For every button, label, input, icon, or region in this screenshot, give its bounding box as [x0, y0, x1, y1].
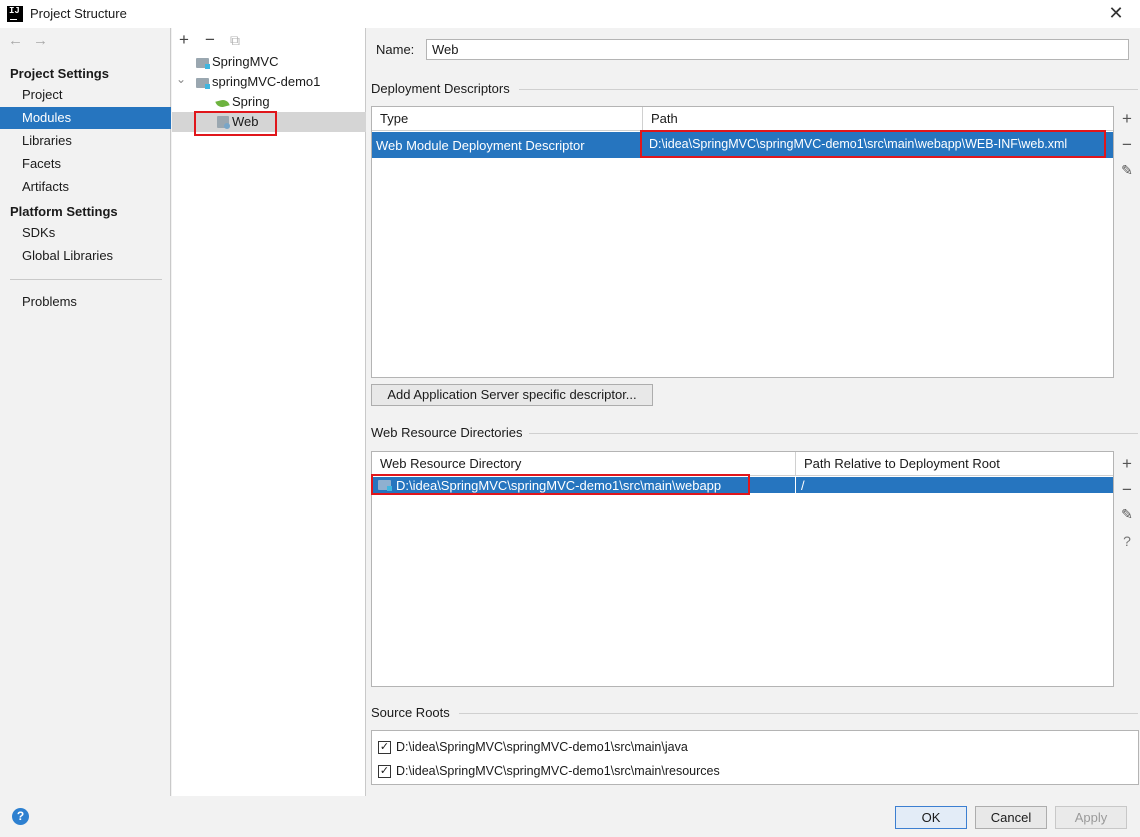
copy-module-icon[interactable]: ⧉ — [230, 32, 240, 49]
list-item: ✓ D:\idea\SpringMVC\springMVC-demo1\src\… — [378, 763, 1118, 780]
source-root-path: D:\idea\SpringMVC\springMVC-demo1\src\ma… — [396, 764, 720, 778]
source-root-checkbox[interactable]: ✓ — [378, 765, 391, 778]
sidebar-item-facets[interactable]: Facets — [0, 153, 171, 175]
intellij-logo-icon: IJ — [7, 6, 23, 22]
column-header-path[interactable]: Path — [643, 107, 1113, 131]
name-label: Name: — [376, 42, 415, 57]
sidebar-item-global-libraries[interactable]: Global Libraries — [0, 245, 171, 267]
module-tree-panel: + − ⧉ SpringMVC ⌄ springMVC-demo1 Spring… — [172, 28, 366, 796]
sidebar-item-project[interactable]: Project — [0, 84, 171, 106]
help-icon[interactable]: ? — [12, 808, 29, 825]
sidebar-item-libraries[interactable]: Libraries — [0, 130, 171, 152]
platform-settings-heading: Platform Settings — [10, 204, 118, 219]
help-question-icon[interactable]: ? — [1117, 533, 1137, 549]
source-root-checkbox[interactable]: ✓ — [378, 741, 391, 754]
tree-node-spring[interactable]: Spring — [172, 92, 366, 112]
spring-leaf-icon — [215, 98, 230, 109]
tree-node-springmvc[interactable]: SpringMVC — [172, 52, 366, 72]
project-settings-heading: Project Settings — [10, 66, 109, 81]
sidebar-divider — [10, 279, 162, 280]
column-separator — [795, 477, 796, 493]
title-bar: IJ Project Structure ✕ — [0, 0, 1140, 28]
deployment-descriptors-title: Deployment Descriptors — [371, 81, 510, 96]
column-header-relative-path[interactable]: Path Relative to Deployment Root — [796, 452, 1113, 476]
source-roots-list: ✓ D:\idea\SpringMVC\springMVC-demo1\src\… — [371, 730, 1139, 785]
highlight-box-web-resource-directory — [371, 474, 750, 495]
deployment-descriptors-table: Type Path Web Module Deployment Descript… — [371, 106, 1114, 378]
settings-sidebar: ← → Project Settings Project Modules Lib… — [0, 28, 171, 796]
relative-path-cell: / — [801, 478, 805, 493]
tree-node-label: SpringMVC — [212, 54, 279, 69]
column-header-type[interactable]: Type — [372, 107, 643, 131]
expand-chevron-icon[interactable]: ⌄ — [176, 69, 186, 89]
remove-descriptor-button[interactable]: − — [1117, 135, 1137, 155]
highlight-box-web — [194, 111, 277, 136]
section-divider — [519, 89, 1138, 90]
section-divider — [529, 433, 1138, 434]
tree-node-label: springMVC-demo1 — [212, 74, 321, 89]
section-divider — [459, 713, 1138, 714]
sidebar-item-modules[interactable]: Modules — [0, 107, 171, 129]
module-folder-icon — [196, 78, 210, 89]
source-roots-title: Source Roots — [371, 705, 450, 720]
sidebar-item-sdks[interactable]: SDKs — [0, 222, 171, 244]
apply-button[interactable]: Apply — [1055, 806, 1127, 829]
highlight-box-descriptor-path — [640, 130, 1106, 158]
back-arrow-icon[interactable]: ← — [8, 32, 23, 49]
add-module-button[interactable]: + — [179, 30, 189, 50]
add-server-descriptor-button[interactable]: Add Application Server specific descript… — [371, 384, 653, 406]
list-item: ✓ D:\idea\SpringMVC\springMVC-demo1\src\… — [378, 739, 1118, 756]
ok-button[interactable]: OK — [895, 806, 967, 829]
edit-descriptor-icon[interactable]: ✎ — [1117, 162, 1137, 179]
web-resource-directories-table: Web Resource Directory Path Relative to … — [371, 451, 1114, 687]
source-root-path: D:\idea\SpringMVC\springMVC-demo1\src\ma… — [396, 740, 688, 754]
add-web-resource-button[interactable]: + — [1117, 454, 1137, 474]
descriptor-type-cell: Web Module Deployment Descriptor — [376, 138, 585, 153]
add-descriptor-button[interactable]: + — [1117, 109, 1137, 129]
remove-module-button[interactable]: − — [205, 30, 215, 50]
close-button[interactable]: ✕ — [1104, 3, 1128, 25]
module-folder-icon — [196, 58, 210, 69]
name-field[interactable] — [426, 39, 1129, 60]
sidebar-item-problems[interactable]: Problems — [0, 291, 171, 313]
column-header-web-resource-directory[interactable]: Web Resource Directory — [372, 452, 796, 476]
forward-arrow-icon[interactable]: → — [33, 32, 48, 49]
sidebar-item-artifacts[interactable]: Artifacts — [0, 176, 171, 198]
window-title: Project Structure — [30, 6, 127, 21]
tree-node-label: Spring — [232, 94, 270, 109]
facet-settings-panel: Name: Deployment Descriptors Type Path W… — [367, 28, 1140, 796]
remove-web-resource-button[interactable]: − — [1117, 480, 1137, 500]
cancel-button[interactable]: Cancel — [975, 806, 1047, 829]
tree-node-springmvc-demo1[interactable]: ⌄ springMVC-demo1 — [172, 72, 366, 92]
web-resource-directories-title: Web Resource Directories — [371, 425, 523, 440]
edit-web-resource-icon[interactable]: ✎ — [1117, 506, 1137, 523]
